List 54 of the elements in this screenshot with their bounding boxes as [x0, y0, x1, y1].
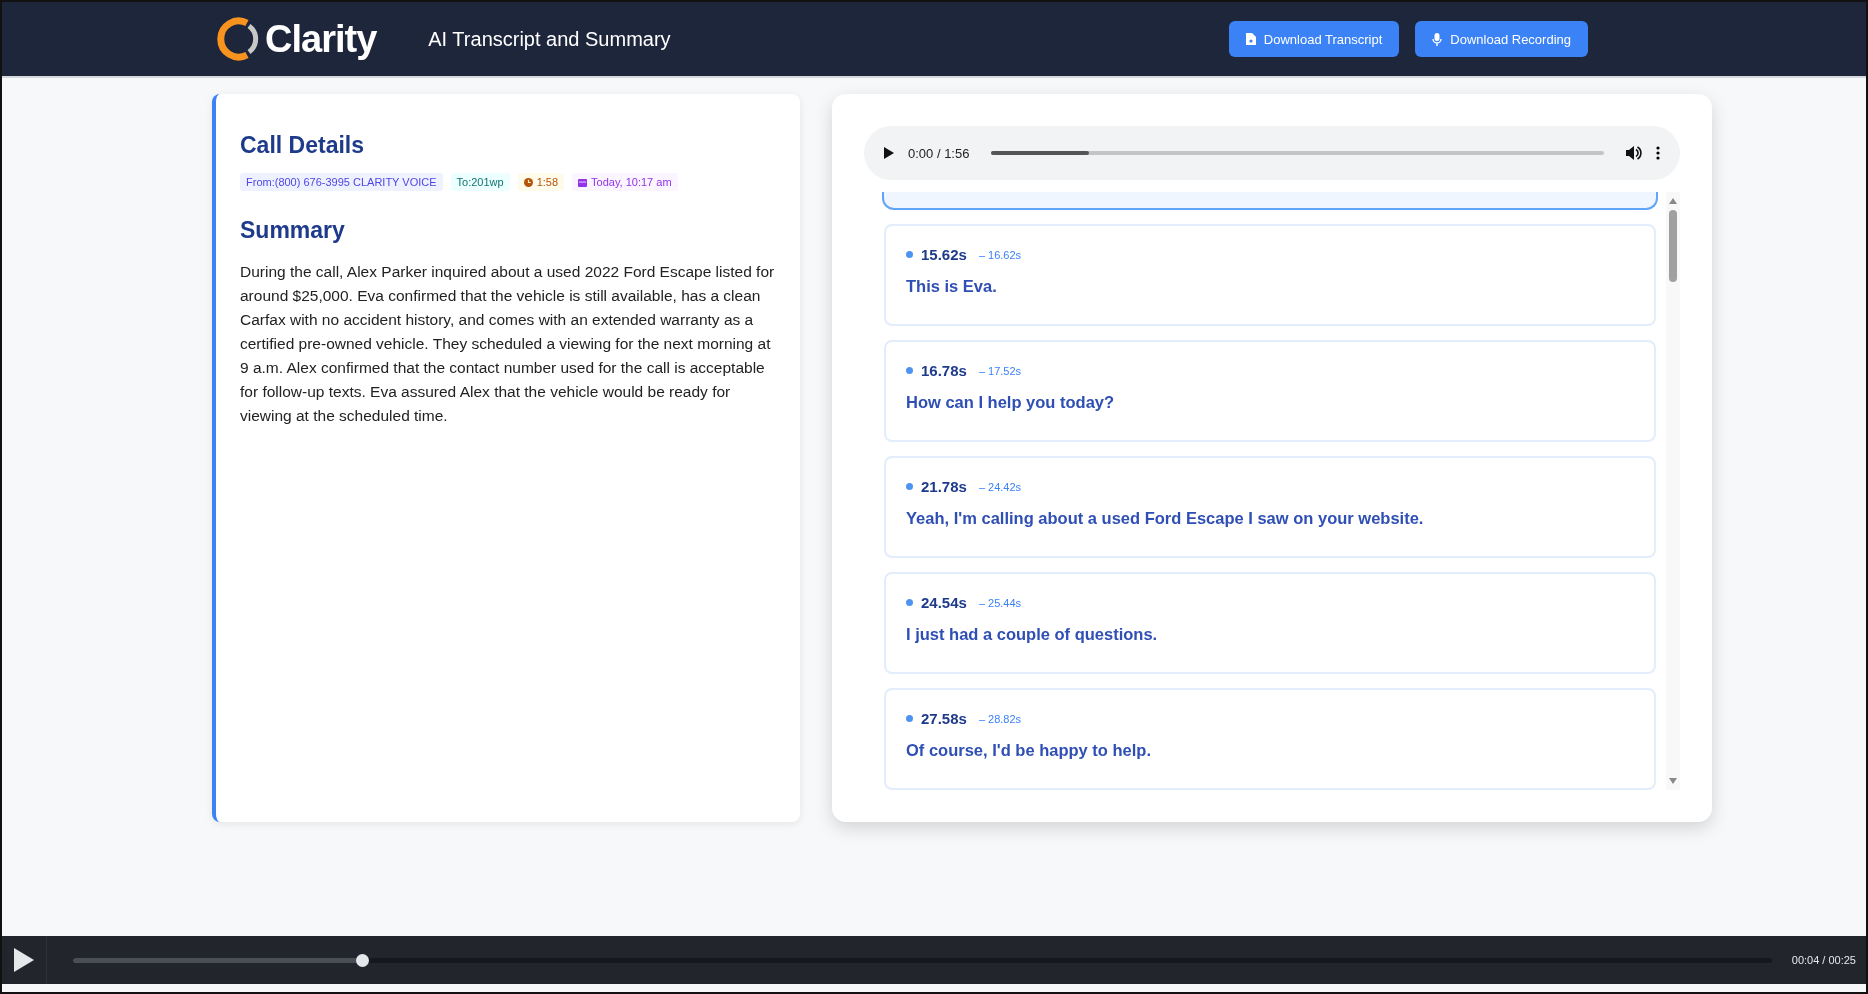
playback-time: 0:00 / 1:56: [908, 145, 970, 161]
end-time: – 24.42s: [978, 480, 1022, 493]
clock-icon: [523, 177, 533, 187]
segment-text: This is Eva.: [906, 277, 998, 296]
start-time: 15.62s: [921, 246, 967, 263]
download-button[interactable]: Download Transcript: [1228, 21, 1400, 57]
scroll-down-icon[interactable]: [1669, 778, 1677, 784]
scrollbar[interactable]: [1666, 192, 1680, 790]
logo-icon: [217, 17, 261, 61]
transcript-segment[interactable]: 15.62s – 16.62s This is Eva.: [884, 224, 1656, 326]
download-button[interactable]: Download Recording: [1415, 21, 1588, 57]
transcript-segment[interactable]: 16.78s – 17.52s How can I help you today?: [884, 340, 1656, 442]
play-icon[interactable]: [884, 147, 894, 159]
end-time: – 16.62s: [978, 248, 1022, 261]
start-time: 24.54s: [921, 594, 967, 611]
logo-text: Clarity: [265, 17, 377, 61]
bullet-icon: [906, 599, 913, 606]
page-title: AI Transcript and Summary: [428, 27, 671, 51]
info-badge: Today, 10:17 am: [572, 173, 678, 191]
transcript-segment[interactable]: 24.54s – 25.44s I just had a couple of questions.: [884, 572, 1656, 674]
microphone-icon: [1432, 32, 1443, 46]
bullet-icon: [906, 367, 913, 374]
segment-text: I just had a couple of questions.: [906, 625, 1159, 644]
segment-text: Yeah, I'm calling about a used Ford Escape I saw on your website.: [906, 509, 1425, 528]
highlighted-segment-edge[interactable]: [882, 192, 1658, 210]
scroll-up-icon[interactable]: [1669, 198, 1677, 204]
start-time: 27.58s: [921, 710, 967, 727]
seek-handle[interactable]: [355, 953, 369, 967]
start-time: 21.78s: [921, 478, 967, 495]
more-options-icon[interactable]: [1656, 146, 1660, 160]
calendar-icon: [578, 177, 588, 187]
start-time: 16.78s: [921, 362, 967, 379]
video-time: 00:04 / 00:25: [1791, 954, 1857, 966]
info-badge: To:201wp: [450, 173, 510, 191]
bullet-icon: [906, 715, 913, 722]
end-time: – 17.52s: [978, 364, 1022, 377]
end-time: – 28.82s: [978, 712, 1022, 725]
scrollbar-thumb[interactable]: [1669, 210, 1677, 282]
info-badge: From:(800) 676-3995 CLARITY VOICE: [240, 173, 443, 191]
section-title: Call Details: [240, 132, 365, 159]
section-title: Summary: [240, 217, 346, 244]
bullet-icon: [906, 251, 913, 258]
bullet-icon: [906, 483, 913, 490]
play-icon: [14, 948, 34, 972]
transcript-segment[interactable]: 27.58s – 28.82s Of course, I'd be happy to help.: [884, 688, 1656, 790]
volume-icon[interactable]: [1626, 146, 1642, 160]
segment-text: How can I help you today?: [906, 393, 1116, 412]
transcript-segment[interactable]: 21.78s – 24.42s Yeah, I'm calling about a used Ford Escape I saw on your website.: [884, 456, 1656, 558]
info-badge: 1:58: [517, 173, 565, 191]
summary-text: During the call, Alex Parker inquired about a used 2022 Ford Escape listed for around $25,000. Eva confirmed that the vehicle is still available, has a clean Carfax with no accident history, and comes with an extended warranty as a certified pre-owned vehicle. They scheduled a viewing for the next morning at 9 a.m. Alex confirmed that the contact number used for the call is acceptable for follow-up texts. Eva assured Alex that the vehicle would be ready for viewing at the scheduled time.: [240, 262, 776, 426]
end-time: – 25.44s: [978, 596, 1022, 609]
progress-track[interactable]: [991, 151, 1604, 155]
segment-text: Of course, I'd be happy to help.: [906, 741, 1153, 760]
document-icon: [1245, 33, 1256, 45]
